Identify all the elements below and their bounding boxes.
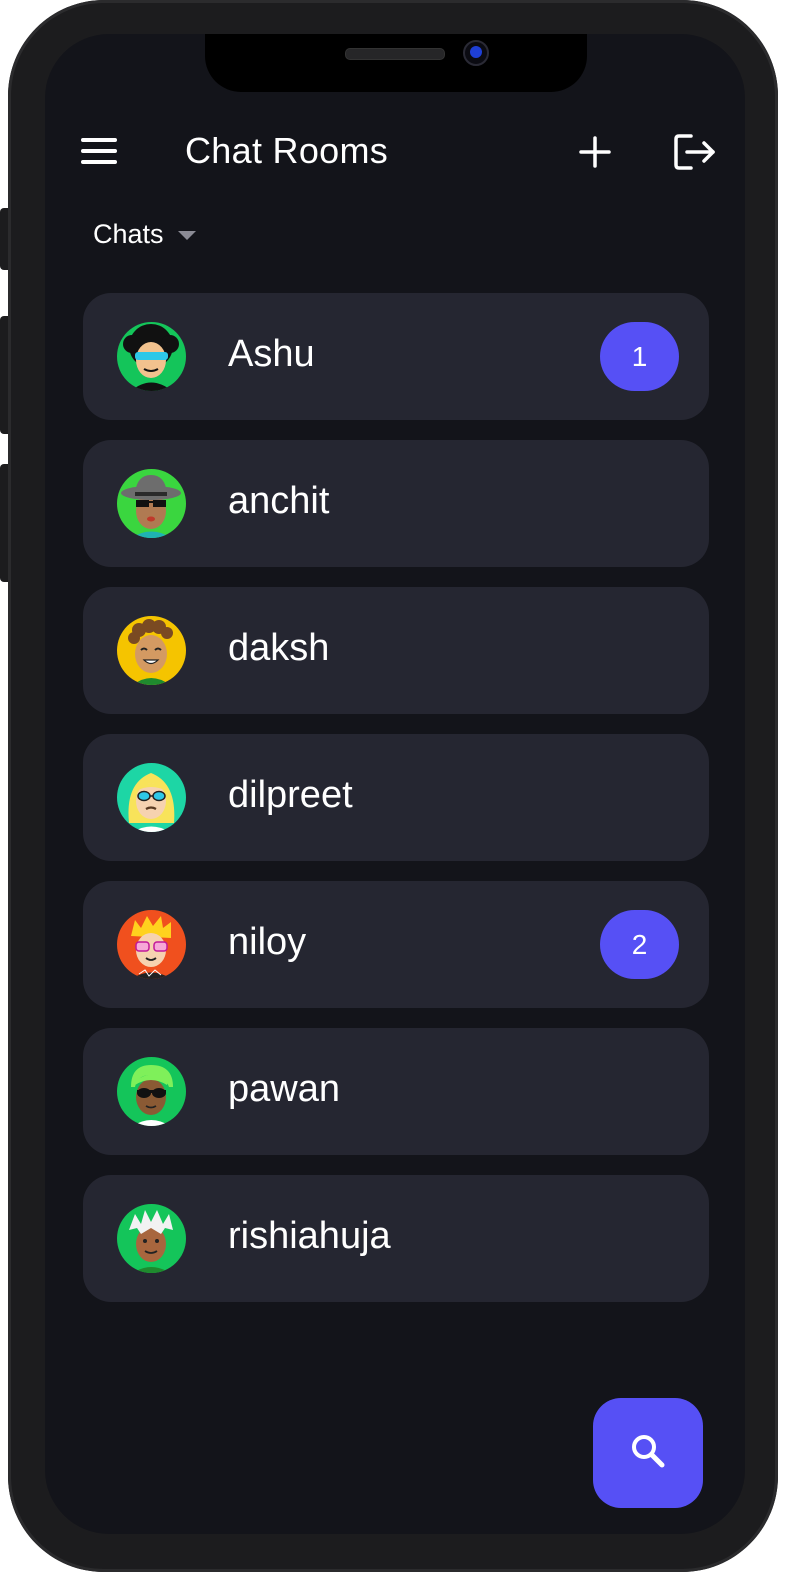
avatar xyxy=(117,1204,186,1273)
chat-room-name: rishiahuja xyxy=(228,1215,391,1257)
chat-room-list: Ashu 1 anchit daksh dilpreet niloy 2 paw… xyxy=(83,293,709,1322)
avatar xyxy=(117,763,186,832)
unread-count-badge: 1 xyxy=(600,322,679,391)
avatar xyxy=(117,1057,186,1126)
chat-room-item[interactable]: niloy 2 xyxy=(83,881,709,1008)
avatar xyxy=(117,616,186,685)
chat-room-item[interactable]: daksh xyxy=(83,587,709,714)
avatar xyxy=(117,469,186,538)
search-icon xyxy=(628,1431,668,1476)
chat-room-name: niloy xyxy=(228,921,307,963)
avatar xyxy=(117,910,186,979)
logout-icon[interactable] xyxy=(673,132,717,172)
unread-count-badge: 2 xyxy=(600,910,679,979)
chats-filter-dropdown[interactable]: Chats xyxy=(93,216,196,252)
hamburger-menu-icon[interactable] xyxy=(81,136,117,166)
notch xyxy=(205,34,587,92)
chat-room-name: dilpreet xyxy=(228,774,353,816)
plus-icon[interactable] xyxy=(575,132,615,172)
chat-room-item[interactable]: anchit xyxy=(83,440,709,567)
chat-room-name: daksh xyxy=(228,627,330,669)
phone-screen: Chat Rooms Chats Ashu 1 anchit daksh dil… xyxy=(45,34,745,1534)
front-camera xyxy=(463,40,489,66)
chat-room-item[interactable]: dilpreet xyxy=(83,734,709,861)
chat-room-item[interactable]: pawan xyxy=(83,1028,709,1155)
speaker-grille xyxy=(345,48,445,60)
chat-room-item[interactable]: rishiahuja xyxy=(83,1175,709,1302)
caret-down-icon xyxy=(177,230,196,240)
page-title: Chat Rooms xyxy=(185,130,389,171)
chat-room-item[interactable]: Ashu 1 xyxy=(83,293,709,420)
chat-room-name: Ashu xyxy=(228,333,315,375)
chat-room-name: pawan xyxy=(228,1068,340,1110)
search-button[interactable] xyxy=(593,1398,703,1508)
chat-room-name: anchit xyxy=(228,480,330,522)
dropdown-selected-label: Chats xyxy=(93,218,164,249)
app-header: Chat Rooms xyxy=(45,124,745,178)
avatar xyxy=(117,322,186,391)
